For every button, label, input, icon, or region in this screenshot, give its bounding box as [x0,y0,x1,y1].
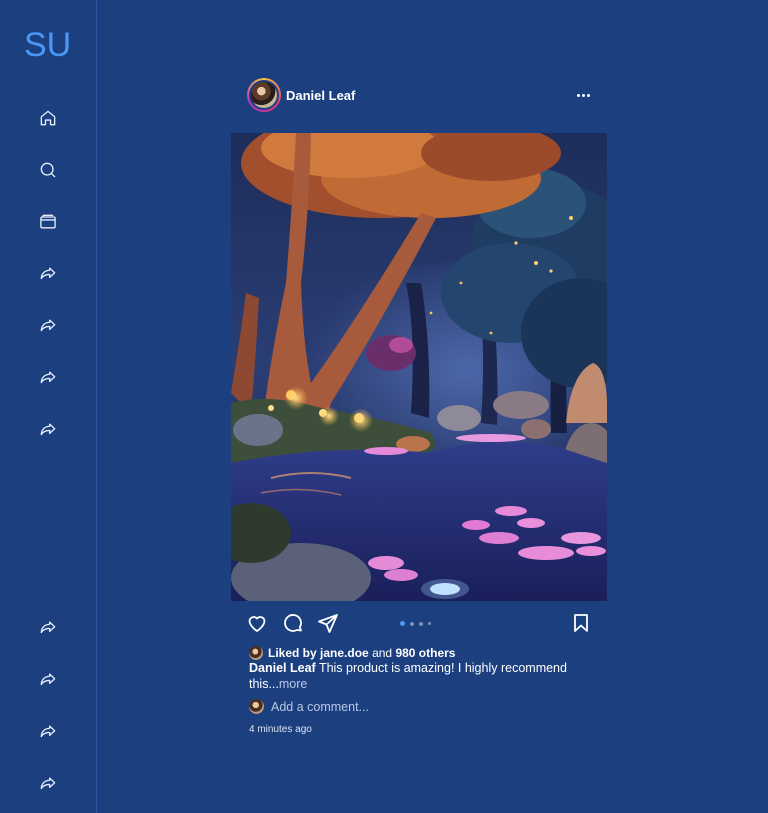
nav-wallet[interactable] [36,210,60,234]
nav-home[interactable] [36,106,60,130]
likes-prefix: Liked by [268,646,317,660]
comment-icon [284,614,302,632]
carousel-dot [428,622,431,625]
share-icon [40,267,56,280]
liker-avatar [249,646,263,660]
share-icon [40,673,56,686]
post-caption: Daniel Leaf This product is amazing! I h… [249,660,589,692]
save-button[interactable] [569,611,593,635]
heart-icon [248,616,266,632]
nav-share-3[interactable] [36,366,60,390]
post-card: Daniel Leaf Liked by jane.doe and 980 ot… [231,74,607,735]
home-icon [40,110,56,126]
send-icon [318,614,338,633]
dot-icon [576,93,580,97]
nav-share-8[interactable] [36,772,60,796]
more-options-button[interactable] [573,86,593,104]
nav-search[interactable] [36,158,60,182]
likes-others[interactable]: 980 others [395,646,455,660]
liker-username[interactable]: jane.doe [320,646,369,660]
like-button[interactable] [245,611,269,635]
caption-author[interactable]: Daniel Leaf [249,661,316,675]
share-icon [40,777,56,790]
carousel-dot [419,621,423,626]
post-header: Daniel Leaf [231,74,607,118]
carousel-dot [410,621,414,626]
post-timestamp: 4 minutes ago [249,724,312,735]
enchanted-forest-image [231,133,607,601]
share-icon [40,371,56,384]
comment-button[interactable] [281,611,305,635]
current-user-avatar [249,699,264,714]
share-icon [40,423,56,436]
sidebar: SU [0,0,97,813]
carousel-indicator [400,621,431,626]
nav-share-1[interactable] [36,262,60,286]
post-actions [231,611,607,637]
share-icon [40,319,56,332]
caption-more-link[interactable]: more [279,677,307,691]
send-button[interactable] [316,611,340,635]
share-icon [40,621,56,634]
carousel-dot-active [400,621,405,626]
add-comment-row [249,699,471,714]
post-image[interactable] [231,133,607,601]
search-icon [40,162,56,178]
wallet-icon [40,214,56,229]
post-username[interactable]: Daniel Leaf [286,88,355,103]
nav-share-7[interactable] [36,720,60,744]
nav-share-5[interactable] [36,616,60,640]
nav-share-6[interactable] [36,668,60,692]
nav-share-4[interactable] [36,418,60,442]
bookmark-icon [574,614,588,632]
share-icon [40,725,56,738]
comment-input[interactable] [271,699,471,714]
avatar[interactable] [247,78,281,112]
likes-joiner: and [372,646,393,660]
logo: SU [24,26,72,64]
nav-share-2[interactable] [36,314,60,338]
